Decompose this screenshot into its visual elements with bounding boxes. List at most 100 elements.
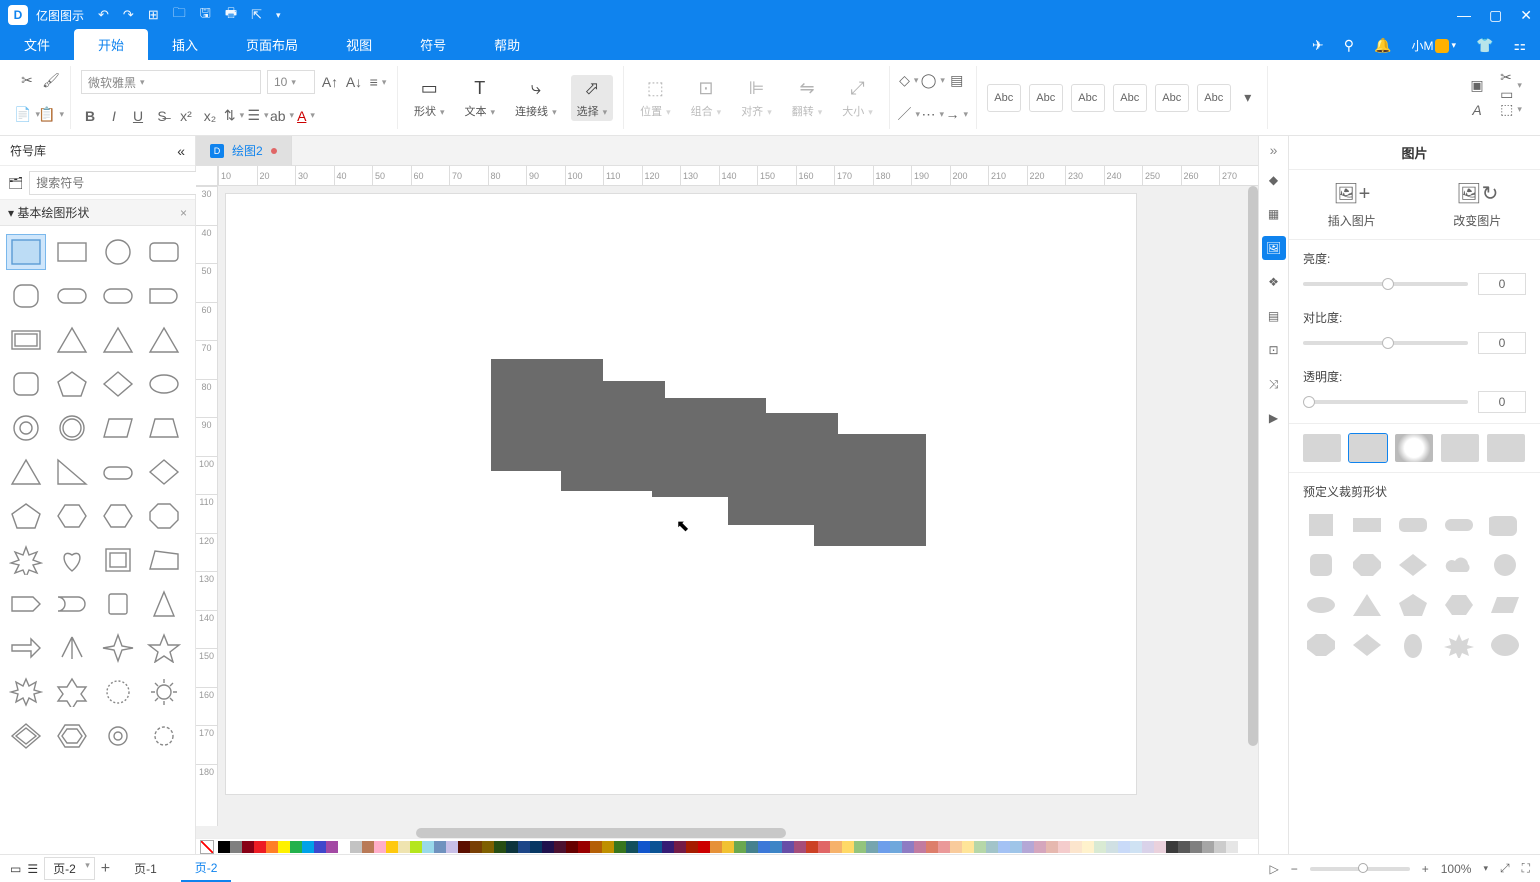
open-icon[interactable]: 🗀 [173, 4, 186, 26]
style-1[interactable]: Abc [987, 84, 1021, 112]
side-fill-icon[interactable]: ◆ [1262, 168, 1286, 192]
play-icon[interactable]: ▷ [1269, 862, 1278, 876]
text-style-icon[interactable]: A [1468, 101, 1486, 119]
crop-blob2[interactable] [1487, 630, 1523, 660]
shape-roundsq[interactable] [6, 278, 46, 314]
color-swatch[interactable] [878, 841, 890, 853]
insert-image-button[interactable]: 🖼+插入图片 [1289, 170, 1415, 239]
close-button[interactable]: ✕ [1520, 7, 1532, 24]
shape-roundrect[interactable] [144, 234, 184, 270]
crop-egg[interactable] [1395, 630, 1431, 660]
menu-symbol[interactable]: 符号 [396, 29, 470, 60]
crop-burst[interactable] [1441, 630, 1477, 660]
pages-list-icon[interactable]: ☰ [27, 862, 38, 876]
crop-square[interactable] [1303, 510, 1339, 540]
color-swatch[interactable] [1178, 841, 1190, 853]
color-swatch[interactable] [818, 841, 830, 853]
collapse-left-icon[interactable]: « [177, 143, 185, 159]
color-swatch[interactable] [482, 841, 494, 853]
canvas-shape[interactable] [561, 381, 665, 491]
crop-oct2[interactable] [1303, 630, 1339, 660]
shape-para[interactable] [98, 410, 138, 446]
shape-burst1[interactable] [6, 674, 46, 710]
vscroll-thumb[interactable] [1248, 186, 1258, 746]
shape-frame[interactable] [6, 322, 46, 358]
side-present-icon[interactable]: ▶ [1262, 406, 1286, 430]
color-swatch[interactable] [314, 841, 326, 853]
opacity-slider[interactable] [1303, 400, 1468, 404]
shadow-icon[interactable]: ◯ [924, 72, 942, 90]
color-swatch[interactable] [1118, 841, 1130, 853]
color-swatch[interactable] [770, 841, 782, 853]
color-swatch[interactable] [614, 841, 626, 853]
color-swatch[interactable] [290, 841, 302, 853]
color-swatch[interactable] [1070, 841, 1082, 853]
brightness-value[interactable]: 0 [1478, 273, 1526, 295]
qat-more-icon[interactable]: ▾ [276, 10, 281, 21]
color-swatch[interactable] [722, 841, 734, 853]
shape-halfround[interactable] [144, 278, 184, 314]
effects-icon[interactable]: ▤ [948, 72, 966, 90]
color-swatch[interactable] [278, 841, 290, 853]
user-menu[interactable]: 小M▾ [1411, 37, 1456, 54]
color-swatch[interactable] [758, 841, 770, 853]
font-size-select[interactable]: 10 [267, 70, 315, 94]
shape-hexframe[interactable] [52, 718, 92, 754]
color-swatch[interactable] [650, 841, 662, 853]
color-swatch[interactable] [434, 841, 446, 853]
styles-more-icon[interactable]: ▾ [1239, 89, 1257, 107]
shape-pentagon[interactable] [52, 366, 92, 402]
color-swatch[interactable] [1142, 841, 1154, 853]
color-swatch[interactable] [626, 841, 638, 853]
select-tool[interactable]: ⬀选择 [571, 75, 614, 121]
crop-roundsq[interactable] [1303, 550, 1339, 580]
crop-roundrect[interactable] [1395, 510, 1431, 540]
canvas-shape[interactable] [814, 434, 926, 546]
shape-gear2[interactable] [144, 718, 184, 754]
color-swatch[interactable] [386, 841, 398, 853]
no-fill-swatch[interactable] [200, 840, 214, 854]
color-swatch[interactable] [974, 841, 986, 853]
color-swatch[interactable] [494, 841, 506, 853]
color-swatch[interactable] [266, 841, 278, 853]
color-swatch[interactable] [854, 841, 866, 853]
crop-oct[interactable] [1349, 550, 1385, 580]
font-color-icon[interactable]: A [297, 107, 315, 125]
shape-gear[interactable] [98, 718, 138, 754]
color-swatch[interactable] [674, 841, 686, 853]
export-icon[interactable]: ⇱ [251, 7, 262, 23]
shape-star8[interactable] [6, 542, 46, 578]
shape-triangle[interactable] [52, 322, 92, 358]
color-swatch[interactable] [1010, 841, 1022, 853]
crop-para[interactable] [1487, 590, 1523, 620]
color-swatch[interactable] [530, 841, 542, 853]
color-swatch[interactable] [806, 841, 818, 853]
color-swatch[interactable] [1046, 841, 1058, 853]
shape-donut2[interactable] [52, 410, 92, 446]
zoom-dd-icon[interactable]: ▾ [1483, 863, 1488, 874]
color-swatch[interactable] [590, 841, 602, 853]
color-swatch[interactable] [746, 841, 758, 853]
shape-heart[interactable] [52, 542, 92, 578]
text-highlight-icon[interactable]: ab [273, 107, 291, 125]
color-swatch[interactable] [542, 841, 554, 853]
shape-diamond[interactable] [98, 366, 138, 402]
font-shrink-icon[interactable]: A↓ [345, 73, 363, 91]
style-2[interactable]: Abc [1029, 84, 1063, 112]
color-swatch[interactable] [566, 841, 578, 853]
page-tab-2[interactable]: 页-2 [181, 855, 232, 882]
line-spacing-icon[interactable]: ⇅ [225, 107, 243, 125]
shape-oct[interactable] [144, 498, 184, 534]
color-swatch[interactable] [1082, 841, 1094, 853]
print-icon[interactable]: 🖶 [225, 4, 237, 26]
crop-pentagon[interactable] [1395, 590, 1431, 620]
subscript-icon[interactable]: x₂ [201, 107, 219, 125]
shape-hex2[interactable] [98, 498, 138, 534]
side-layers-icon[interactable]: ❖ [1262, 270, 1286, 294]
send-icon[interactable]: ✈ [1312, 37, 1324, 54]
bullets-icon[interactable]: ☰ [249, 107, 267, 125]
shape-star5[interactable] [144, 630, 184, 666]
color-swatch[interactable] [326, 841, 338, 853]
crop-ellipse[interactable] [1303, 590, 1339, 620]
color-swatch[interactable] [986, 841, 998, 853]
